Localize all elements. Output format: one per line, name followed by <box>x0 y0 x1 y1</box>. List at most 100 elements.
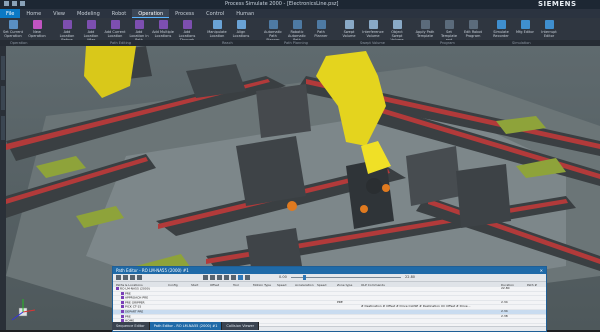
group-label: Simulation <box>512 41 531 45</box>
play-icon[interactable] <box>231 275 236 280</box>
mfg-editor-button[interactable]: Mfg Editor <box>514 20 536 34</box>
location-icon <box>121 300 124 304</box>
object-swept-volume-button[interactable]: Object Swept Volume <box>386 20 408 42</box>
window-title: Process Simulate 2000 - [ElectronicsLine… <box>225 1 339 7</box>
redo-icon[interactable] <box>20 1 25 6</box>
time-slider[interactable] <box>291 277 401 278</box>
interference-icon <box>368 20 378 29</box>
time-end: 22.80 <box>405 275 416 279</box>
menu-view[interactable]: View <box>47 9 71 18</box>
automatic-path-planner-button[interactable]: Automatic Path Planner <box>262 20 284 42</box>
manipulate-icon <box>212 20 222 29</box>
path-editor-title-bar[interactable]: Path Editor - RO LM-NA55 (2000) #1 ✕ <box>113 267 546 274</box>
menu-bar: File Home View Modeling Robot Operation … <box>0 9 600 18</box>
add-operation-icon[interactable] <box>116 275 121 280</box>
object-tree-tab[interactable] <box>1 56 5 80</box>
brand-logo: SIEMENS <box>538 0 577 8</box>
path-editor-toolbar: 0.00 22.80 <box>113 274 546 282</box>
add-location-before-button[interactable]: Add Location Before <box>56 20 78 42</box>
set-current-operation-button[interactable]: Set Current Operation <box>2 20 24 38</box>
swept-volume-icon <box>392 20 402 29</box>
ribbon: Set Current Operation New Operation Add … <box>0 18 600 46</box>
save-icon[interactable] <box>4 1 9 6</box>
operation-icon <box>8 20 18 29</box>
interference-volume-button[interactable]: Interference Volume <box>362 20 384 38</box>
group-label: Path Editing <box>110 41 131 45</box>
tab-path-editor[interactable]: Path Editor - RO LM-NA55 (2000) #1 <box>149 322 223 330</box>
tab-sequence-editor[interactable]: Sequence Editor <box>112 322 150 330</box>
interrupt-editor-button[interactable]: Interrupt Editor <box>538 20 560 38</box>
path-planner-icon <box>292 20 302 29</box>
location-icon <box>110 20 120 29</box>
step-backward-icon[interactable] <box>210 275 215 280</box>
group-label: Path Planning <box>284 41 308 45</box>
operation-tree-tab[interactable] <box>1 116 5 140</box>
undo-icon[interactable] <box>12 1 17 6</box>
swept-volume-icon <box>344 20 354 29</box>
close-icon[interactable]: ✕ <box>540 267 543 274</box>
location-icon <box>134 20 144 29</box>
manipulate-location-button[interactable]: Manipulate Location <box>206 20 228 38</box>
group-label: Reach <box>222 41 233 45</box>
robot-icon <box>116 287 119 290</box>
editor-icon <box>544 20 554 29</box>
menu-process[interactable]: Process <box>169 9 200 18</box>
move-down-icon[interactable] <box>137 275 142 280</box>
add-current-location-button[interactable]: Add Current Location <box>104 20 126 38</box>
time-slider-handle[interactable] <box>303 275 306 280</box>
location-icon <box>121 314 124 318</box>
location-icon <box>86 20 96 29</box>
group-label: Swept Volume <box>360 41 385 45</box>
group-label: Program <box>440 41 455 45</box>
menu-human[interactable]: Human <box>230 9 260 18</box>
duration-cell: 22.80 <box>501 286 510 290</box>
pause-icon[interactable] <box>217 275 222 280</box>
location-icon <box>121 309 124 313</box>
location-icon <box>121 291 124 295</box>
menu-file[interactable]: File <box>0 9 21 18</box>
group-label: Operation <box>10 41 28 45</box>
apply-path-template-button[interactable]: Apply Path Template <box>414 20 436 38</box>
location-icon <box>121 305 124 309</box>
tab-collision-viewer[interactable]: Collision Viewer <box>222 322 260 330</box>
new-operation-button[interactable]: New Operation <box>26 20 48 38</box>
path-editor-title: Path Editor - RO LM-NA55 (2000) #1 <box>116 268 189 273</box>
add-location-after-button[interactable]: Add Location After <box>80 20 102 42</box>
add-multiple-locations-button[interactable]: Add Multiple Locations <box>152 20 174 38</box>
path-planner-icon <box>268 20 278 29</box>
align-locations-button[interactable]: Align Locations <box>230 20 252 38</box>
location-name: RO LM-NA55 (2000) <box>116 287 150 291</box>
template-icon <box>420 20 430 29</box>
menu-modeling[interactable]: Modeling <box>71 9 106 18</box>
play-backward-icon[interactable] <box>203 275 208 280</box>
step-forward-icon[interactable] <box>224 275 229 280</box>
menu-control[interactable]: Control <box>200 9 230 18</box>
jump-to-end-icon[interactable] <box>238 275 243 280</box>
simulate-recorder-button[interactable]: Simulate Recorder <box>490 20 512 38</box>
path-planner-button[interactable]: Path Planner <box>310 20 332 38</box>
olp-commands-cell: # Destination # Offset # Drive CLOSE # D… <box>361 304 471 309</box>
location-icon <box>62 20 72 29</box>
quick-access-toolbar[interactable] <box>4 1 25 6</box>
bottom-tab-bar: Sequence Editor Path Editor - RO LM-NA55… <box>112 322 545 330</box>
path-editor-rows: RO LM-NA55 (2000) 22.80 PRE APPROACH PRE… <box>113 286 546 324</box>
menu-robot[interactable]: Robot <box>106 9 133 18</box>
logical-collection-tab[interactable] <box>1 86 5 110</box>
swept-volume-button[interactable]: Swept Volume <box>338 20 360 38</box>
path-planner-icon <box>316 20 326 29</box>
new-operation-icon <box>32 20 42 29</box>
duration-cell: 2.34 <box>501 299 508 304</box>
remove-icon[interactable] <box>123 275 128 280</box>
axis-triad-icon <box>11 299 36 321</box>
duration-cell: 2.38 <box>501 313 508 318</box>
location-icon <box>121 296 124 300</box>
loop-icon[interactable] <box>245 275 250 280</box>
time-start: 0.00 <box>279 275 287 279</box>
menu-home[interactable]: Home <box>20 9 47 18</box>
edit-robot-program-button[interactable]: Edit Robot Program <box>462 20 484 38</box>
add-location-in-path-button[interactable]: Add Location in Path <box>128 20 150 42</box>
template-icon <box>444 20 454 29</box>
move-up-icon[interactable] <box>130 275 135 280</box>
menu-operation[interactable]: Operation <box>132 9 170 18</box>
editor-icon <box>520 20 530 29</box>
